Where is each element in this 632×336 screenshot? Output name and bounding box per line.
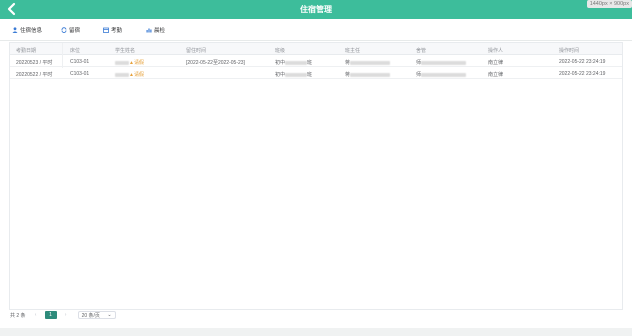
table-row[interactable]: 20220522 / 平时 C103-01 ▲请假 初中班 蒋 师 南立律 20… <box>10 68 622 79</box>
chevron-down-icon: ⌄ <box>107 312 112 318</box>
column-header: 考勤日期 <box>16 48 37 54</box>
cell-teacher: 蒋 <box>345 59 391 66</box>
column-header: 留住时间 <box>186 48 207 54</box>
redacted-text <box>285 72 308 77</box>
main-panel: 考勤日期 床位 学生姓名 留住时间 班级 班主任 舍管 操作人 操作时间 202… <box>0 41 632 328</box>
redacted-text <box>421 72 467 77</box>
tab-attendance[interactable]: 考勤 <box>103 26 122 34</box>
page-title: 住宿管理 <box>300 5 332 14</box>
cell-student: ▲请假 <box>115 59 144 66</box>
calendar-icon <box>103 27 109 33</box>
cell-date: 20220523 / 平时 <box>16 60 53 66</box>
cell-operator: 南立律 <box>488 60 504 66</box>
cell-op-time: 2022-05-22 23:24:19 <box>559 59 606 65</box>
cell-op-time: 2022-05-22 23:24:19 <box>559 71 606 77</box>
tab-label: 考勤 <box>111 28 123 34</box>
refresh-icon <box>61 27 67 33</box>
table-header: 考勤日期 床位 学生姓名 留住时间 班级 班主任 舍管 操作人 操作时间 <box>10 43 622 55</box>
next-page-button[interactable]: › <box>62 311 70 319</box>
column-header: 操作人 <box>488 48 504 54</box>
cell-warden: 师 <box>416 59 467 66</box>
tab-label: 住宿信息 <box>20 28 43 34</box>
cell-class: 初中班 <box>275 60 313 66</box>
column-divider <box>62 43 63 68</box>
person-icon <box>12 27 18 33</box>
top-header: 住宿管理 1440px × 900px <box>0 0 632 19</box>
attendance-table: 考勤日期 床位 学生姓名 留住时间 班级 班主任 舍管 操作人 操作时间 202… <box>9 42 623 310</box>
column-header: 班级 <box>275 48 286 54</box>
tab-label: 晨检 <box>154 28 166 34</box>
redacted-text <box>350 60 391 65</box>
redacted-text <box>285 60 308 65</box>
cell-student: ▲请假 <box>115 71 144 78</box>
cell-bed: C103-01 <box>70 71 90 77</box>
redacted-name <box>115 72 129 77</box>
current-page-button[interactable]: 1 <box>44 311 57 319</box>
cell-class: 初中班 <box>275 72 313 78</box>
redacted-text <box>350 72 391 77</box>
column-header: 班主任 <box>345 48 361 54</box>
tab-overnight[interactable]: 留宿 <box>61 26 80 34</box>
tab-label: 留宿 <box>69 28 81 34</box>
column-header: 学生姓名 <box>115 48 136 54</box>
prev-page-button[interactable]: ‹ <box>32 311 40 319</box>
chart-icon <box>146 28 152 33</box>
page-size-select[interactable]: 20 条/页 ⌄ <box>77 311 116 319</box>
table-row[interactable]: 20220523 / 平时 C103-01 ▲请假 [2022-05-22至20… <box>10 56 622 67</box>
page-size-value: 20 条/页 <box>81 312 100 319</box>
redacted-name <box>115 60 129 65</box>
tab-morning-check[interactable]: 晨检 <box>146 26 165 34</box>
cell-stay-time: [2022-05-22至2022-05-23] <box>186 60 245 66</box>
tab-bar: 住宿信息 留宿 考勤 晨检 <box>0 19 632 41</box>
cell-date: 20220522 / 平时 <box>16 72 53 78</box>
leave-tag: ▲请假 <box>129 60 144 66</box>
pagination: 共 2 条 ‹ 1 › 20 条/页 ⌄ <box>10 311 116 319</box>
total-count: 共 2 条 <box>10 312 26 319</box>
redacted-text <box>421 60 467 65</box>
column-header: 床位 <box>70 48 81 54</box>
resolution-badge: 1440px × 900px <box>586 0 632 8</box>
cell-operator: 南立律 <box>488 72 504 78</box>
cell-bed: C103-01 <box>70 59 90 65</box>
cell-teacher: 蒋 <box>345 71 391 78</box>
leave-tag: ▲请假 <box>129 72 144 78</box>
cell-warden: 师 <box>416 71 467 78</box>
column-header: 舍管 <box>416 48 427 54</box>
tab-accommodation-info[interactable]: 住宿信息 <box>12 26 42 34</box>
column-header: 操作时间 <box>559 48 580 54</box>
